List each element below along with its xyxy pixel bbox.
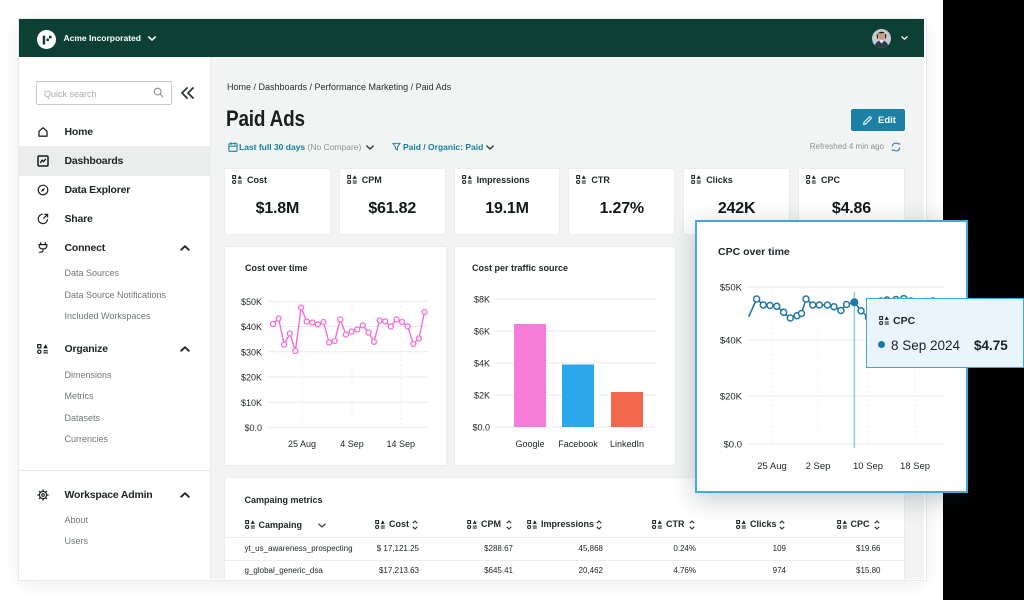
svg-text:$0.0: $0.0 <box>472 423 490 433</box>
svg-text:$20K: $20K <box>241 373 262 383</box>
svg-text:$4K: $4K <box>474 359 490 369</box>
svg-text:$0.0: $0.0 <box>244 423 262 433</box>
svg-text:Facebook: Facebook <box>558 439 598 449</box>
svg-text:$8K: $8K <box>474 295 490 305</box>
svg-text:$20K: $20K <box>720 392 743 403</box>
svg-text:Google: Google <box>515 439 544 449</box>
svg-text:10 Sep: 10 Sep <box>853 461 883 472</box>
svg-text:$50K: $50K <box>241 297 262 307</box>
svg-text:$6K: $6K <box>474 327 490 337</box>
svg-text:LinkedIn: LinkedIn <box>610 439 644 449</box>
svg-text:$0.0: $0.0 <box>724 440 743 451</box>
svg-text:25 Aug: 25 Aug <box>288 439 316 449</box>
svg-text:$40K: $40K <box>720 336 743 347</box>
svg-text:$2K: $2K <box>474 391 490 401</box>
svg-text:25 Aug: 25 Aug <box>757 461 787 472</box>
svg-text:$50K: $50K <box>720 283 743 294</box>
svg-text:$40K: $40K <box>241 322 262 332</box>
svg-text:$10K: $10K <box>241 398 262 408</box>
svg-text:2 Sep: 2 Sep <box>806 461 831 472</box>
svg-text:$30K: $30K <box>241 347 262 357</box>
svg-text:4 Sep: 4 Sep <box>340 439 364 449</box>
svg-text:18 Sep: 18 Sep <box>900 461 930 472</box>
svg-text:14 Sep: 14 Sep <box>387 439 416 449</box>
